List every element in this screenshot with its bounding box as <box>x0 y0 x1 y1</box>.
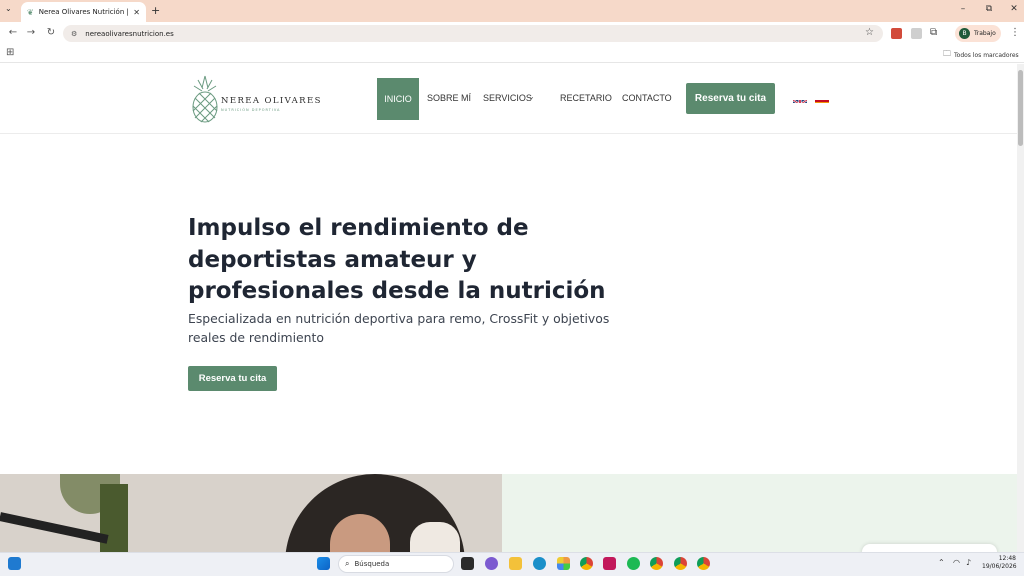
tab-search-icon[interactable]: ⌄ <box>5 4 12 13</box>
uk-flag-icon[interactable] <box>793 94 807 103</box>
new-tab-button[interactable]: + <box>151 4 160 17</box>
reserve-appointment-header-button[interactable]: Reserva tu cita <box>686 83 775 114</box>
nav-sobre-mi[interactable]: SOBRE MÍ <box>427 93 471 103</box>
task-view-icon[interactable] <box>461 557 474 570</box>
volume-icon[interactable]: ♪ <box>966 558 971 567</box>
hero-subtitle: Especializada en nutrición deportiva par… <box>188 311 610 345</box>
tab-favicon-icon: ❦ <box>27 7 34 17</box>
spotify-icon[interactable] <box>627 557 640 570</box>
nav-inicio[interactable]: INICIO <box>377 78 419 120</box>
reload-icon[interactable]: ↻ <box>44 27 58 38</box>
profile-label: Trabajo <box>974 30 996 37</box>
nav-recetario[interactable]: RECETARIO <box>560 93 612 103</box>
windows-start-icon[interactable] <box>317 557 330 570</box>
wifi-icon[interactable]: ◠ <box>953 558 960 567</box>
app-pink-icon[interactable] <box>603 557 616 570</box>
browser-tab[interactable]: ❦ Nerea Olivares Nutrición | Nutri ✕ <box>21 2 146 22</box>
forward-arrow-icon[interactable]: → <box>24 27 38 38</box>
bookmark-star-icon[interactable]: ☆ <box>865 27 874 38</box>
pinwheel-app-icon[interactable] <box>557 557 570 570</box>
edge-icon[interactable] <box>533 557 546 570</box>
chrome-profile-2-icon[interactable] <box>650 557 663 570</box>
window-restore-button[interactable]: ⧉ <box>981 4 997 14</box>
nav-contacto[interactable]: CONTACTO <box>622 93 672 103</box>
clock-time: 12:48 <box>998 555 1016 562</box>
scrollbar-thumb[interactable] <box>1018 70 1023 146</box>
tab-close-icon[interactable]: ✕ <box>133 8 140 17</box>
back-arrow-icon[interactable]: ← <box>6 27 20 38</box>
folder-icon: 🗀 <box>943 49 951 58</box>
site-info-icon[interactable]: ⚙ <box>71 30 77 38</box>
logo-subtitle: NUTRICIÓN DEPORTIVA <box>221 108 281 112</box>
tab-title: Nerea Olivares Nutrición | Nutri <box>38 8 129 16</box>
reserve-appointment-hero-button[interactable]: Reserva tu cita <box>188 366 277 391</box>
window-close-button[interactable]: ✕ <box>1006 4 1022 14</box>
chevron-down-icon[interactable]: ⌄ <box>528 92 535 101</box>
nutritionist-photo <box>0 474 502 552</box>
clock-date: 19/06/2026 <box>982 563 1017 570</box>
browser-menu-icon[interactable]: ⋮ <box>1010 27 1020 38</box>
hero-title: Impulso el rendimiento de deportistas am… <box>188 215 606 304</box>
logo-name[interactable]: NEREA OLIVARES <box>221 96 322 106</box>
pineapple-logo-icon[interactable] <box>188 74 222 124</box>
profile-button[interactable]: B Trabajo <box>955 25 1001 42</box>
all-bookmarks-folder[interactable]: 🗀 Todos los marcadores <box>943 48 1019 62</box>
nav-servicios[interactable]: SERVICIOS <box>483 93 532 103</box>
photo-dark-bar <box>0 512 109 544</box>
url-text: nereaolivaresnutricion.es <box>85 29 174 38</box>
extensions-puzzle-icon[interactable]: ⧉ <box>930 27 937 38</box>
file-explorer-icon[interactable] <box>509 557 522 570</box>
search-icon: ⌕ <box>345 559 350 568</box>
spain-flag-icon[interactable] <box>815 94 829 103</box>
chrome-icon[interactable] <box>580 557 593 570</box>
apps-grid-icon[interactable]: ⊞ <box>6 47 14 58</box>
extension-new-icon[interactable] <box>891 28 902 39</box>
chrome-profile-3-icon[interactable] <box>674 557 687 570</box>
green-section <box>502 474 1017 554</box>
copilot-icon[interactable] <box>485 557 498 570</box>
address-bar[interactable]: ⚙ nereaolivaresnutricion.es <box>63 25 883 42</box>
taskbar-clock[interactable]: 12:48 19/06/2026 <box>982 555 1017 571</box>
chrome-profile-4-icon[interactable] <box>697 557 710 570</box>
widgets-icon[interactable] <box>8 557 21 570</box>
profile-avatar: B <box>959 28 970 39</box>
tray-chevron-icon[interactable]: ⌃ <box>938 558 945 567</box>
photo-shirt <box>410 522 460 552</box>
taskbar-search[interactable]: ⌕ Búsqueda <box>338 555 454 573</box>
all-bookmarks-label: Todos los marcadores <box>954 51 1019 59</box>
bookmarks-bar: ⊞ 🗀 Todos los marcadores <box>0 44 1024 63</box>
extension-grey-icon[interactable] <box>911 28 922 39</box>
search-placeholder: Búsqueda <box>354 560 390 568</box>
window-minimize-button[interactable]: – <box>955 4 971 14</box>
